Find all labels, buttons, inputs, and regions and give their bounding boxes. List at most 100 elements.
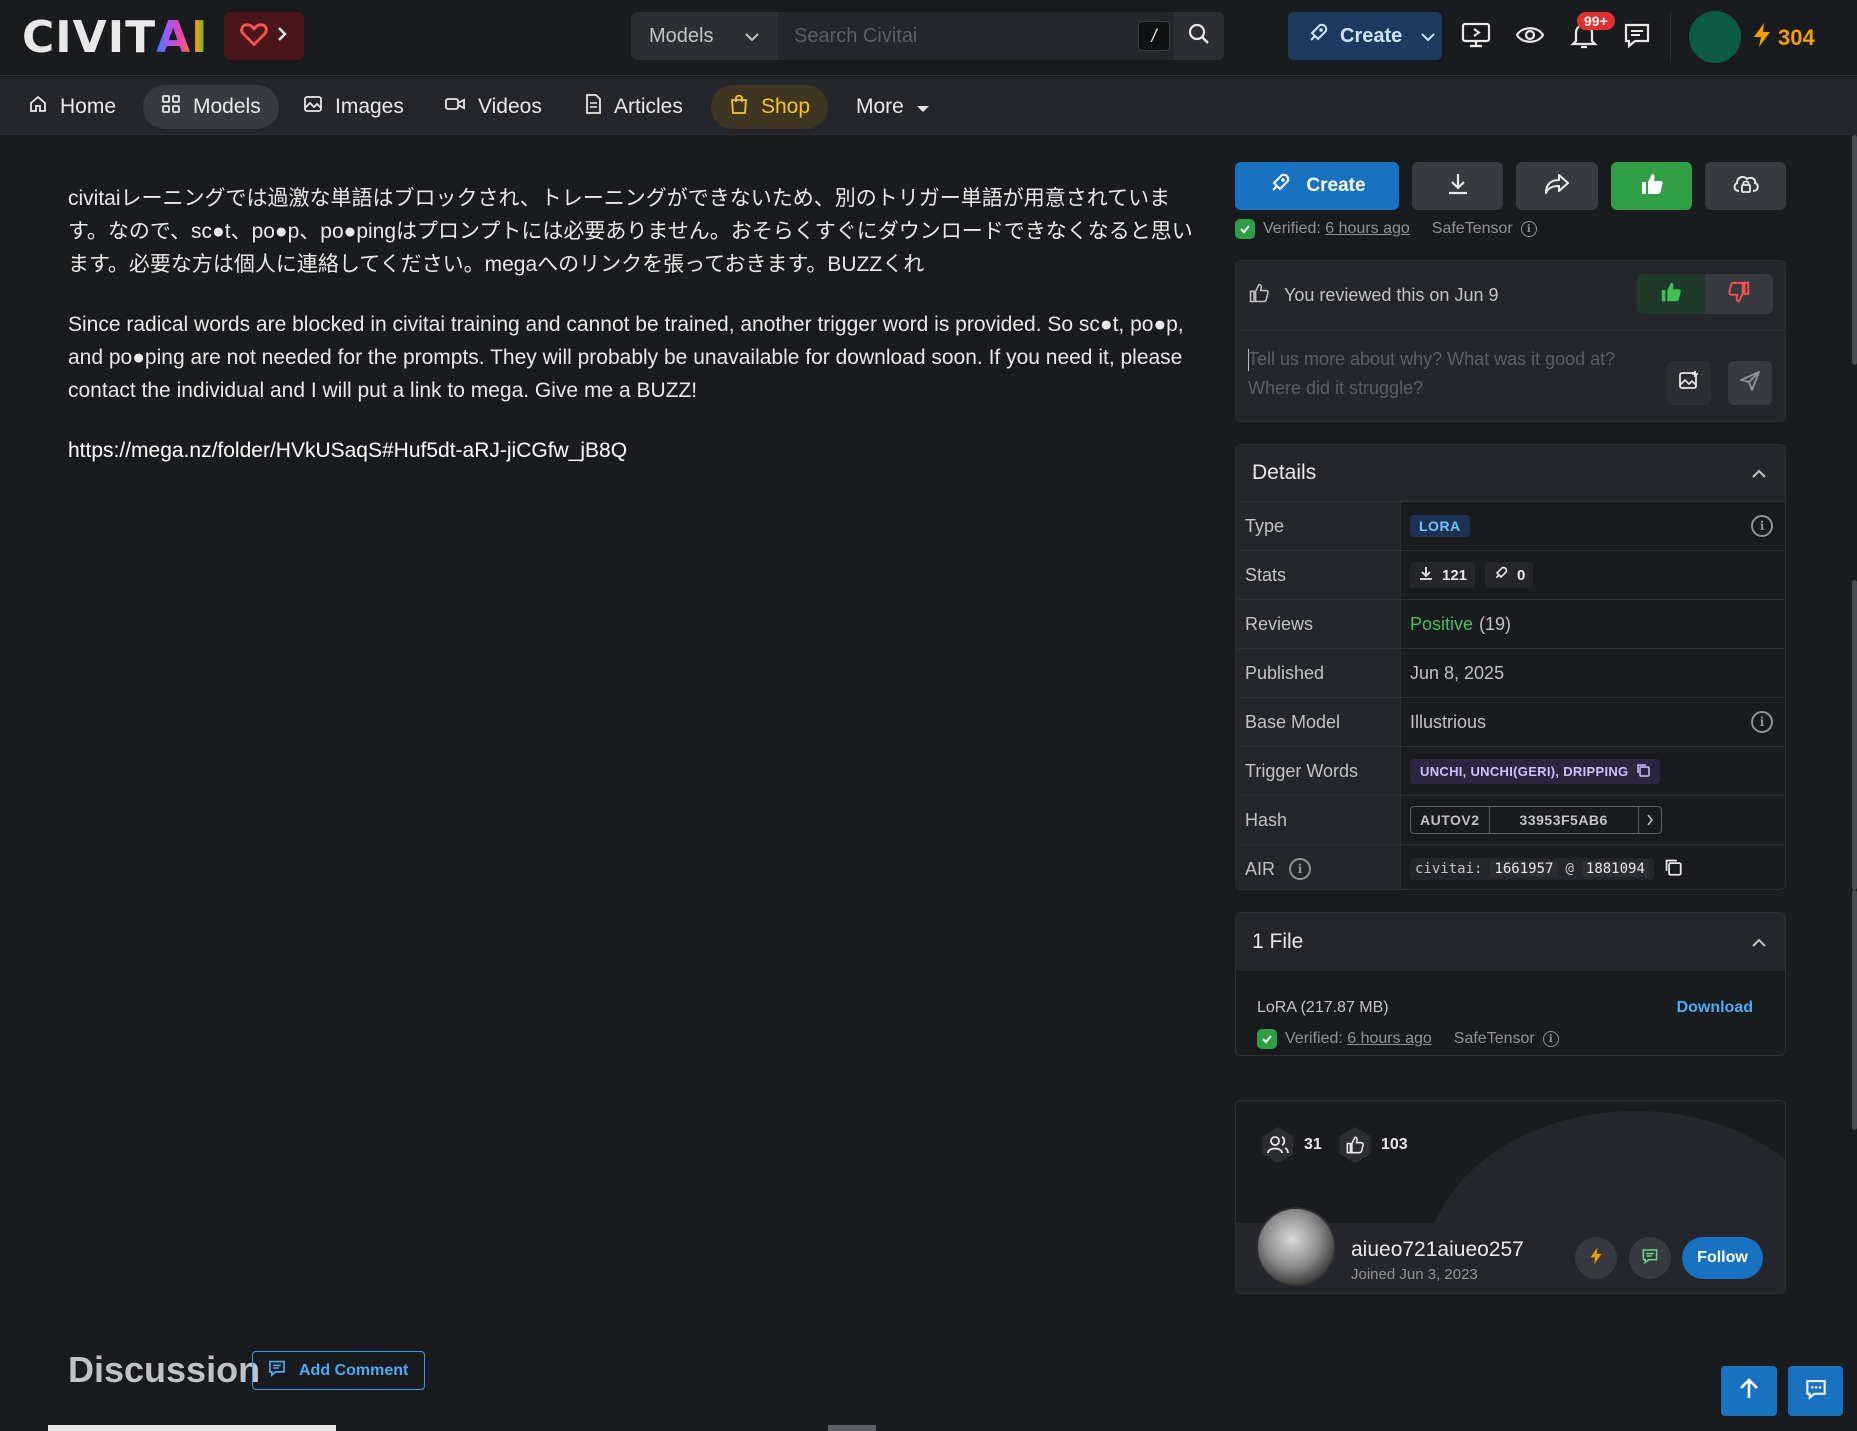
thumbs-down-icon	[1727, 280, 1751, 309]
info-icon[interactable]: i	[1289, 858, 1312, 880]
send-review-button[interactable]	[1728, 361, 1772, 405]
share-button[interactable]	[1516, 162, 1598, 210]
files-title: 1 File	[1252, 930, 1304, 953]
thumbs-up-outline-icon	[1248, 282, 1270, 309]
file-download-link[interactable]: Download	[1677, 999, 1753, 1017]
review-count: (19)	[1479, 613, 1512, 634]
trigger-words-text: UNCHI, UNCHI(GERI), DRIPPING	[1420, 763, 1629, 779]
monitor-icon[interactable]	[1459, 18, 1493, 52]
hash-value: 33953F5AB6	[1519, 812, 1608, 828]
search-icon	[1187, 22, 1211, 51]
hash-display[interactable]: AUTOV2 33953F5AB6	[1410, 806, 1662, 834]
create-button[interactable]: Create	[1235, 162, 1399, 210]
details-row-hash: Hash AUTOV2 33953F5AB6	[1236, 795, 1785, 844]
details-row-trigger-words: Trigger Words UNCHI, UNCHI(GERI), DRIPPI…	[1236, 746, 1785, 795]
details-row-published: Published Jun 8, 2025	[1236, 648, 1785, 697]
support-button[interactable]	[224, 12, 304, 60]
user-avatar[interactable]	[1689, 11, 1741, 63]
file-verified-time-link[interactable]: 6 hours ago	[1347, 1030, 1432, 1047]
nav-more[interactable]: More	[838, 85, 948, 129]
create-button-label: Create	[1306, 175, 1366, 196]
tip-buzz-button[interactable]	[1575, 1237, 1617, 1279]
creator-card: 31 103 aiueo721aiueo257 Joined Jun 3, 20…	[1235, 1100, 1786, 1294]
search-bar: Models /	[631, 12, 1224, 60]
create-button-header[interactable]: Create	[1288, 12, 1442, 60]
review-thumbs-down-button[interactable]	[1705, 274, 1773, 314]
search-shortcut-key: /	[1138, 21, 1170, 51]
creator-avatar[interactable]	[1256, 1207, 1336, 1287]
copy-icon	[1636, 763, 1651, 780]
thumbs-up-icon	[1659, 280, 1683, 309]
search-category-value: Models	[649, 24, 714, 47]
scrollbar-thumb[interactable]	[1852, 580, 1857, 890]
info-icon[interactable]: i	[1751, 711, 1773, 733]
like-button[interactable]	[1611, 162, 1692, 210]
nav-images[interactable]: Images	[285, 85, 422, 129]
home-icon	[28, 94, 48, 120]
likes-stat: 103	[1337, 1127, 1408, 1163]
chat-icon[interactable]	[1620, 18, 1654, 52]
nav-videos-label: Videos	[478, 95, 542, 118]
followers-stat: 31	[1260, 1127, 1322, 1163]
article-icon	[584, 93, 602, 121]
downloads-count: 121	[1442, 566, 1468, 584]
verified-time-link[interactable]: 6 hours ago	[1325, 220, 1410, 237]
review-thumbs-up-button[interactable]	[1637, 274, 1705, 314]
mega-link[interactable]: https://mega.nz/folder/HVkUSaqS#Huf5dt-a…	[68, 439, 627, 462]
details-title: Details	[1252, 461, 1317, 484]
details-label-air: AIR i	[1236, 845, 1401, 889]
generate-cloud-button[interactable]	[1705, 162, 1786, 210]
review-sentiment-link[interactable]: Positive	[1410, 614, 1473, 635]
nav-articles[interactable]: Articles	[566, 85, 701, 129]
info-icon[interactable]: i	[1520, 221, 1537, 237]
bolt-icon	[1589, 1247, 1603, 1270]
scrollbar-thumb[interactable]	[1852, 135, 1857, 365]
chevron-right-icon[interactable]	[1637, 807, 1661, 833]
download-button[interactable]	[1412, 162, 1503, 210]
trigger-words-chip[interactable]: UNCHI, UNCHI(GERI), DRIPPING	[1410, 758, 1661, 784]
info-icon[interactable]: i	[1542, 1031, 1559, 1047]
details-row-reviews: Reviews Positive (19)	[1236, 599, 1785, 648]
creator-username[interactable]: aiueo721aiueo257	[1351, 1238, 1524, 1262]
chevron-up-icon	[1751, 461, 1767, 485]
copy-icon[interactable]	[1664, 858, 1682, 881]
attach-image-button[interactable]	[1667, 361, 1711, 405]
review-status-text: You reviewed this on Jun 9	[1284, 285, 1499, 305]
create-button-label: Create	[1340, 24, 1403, 47]
civitai-logo[interactable]: CIVIT AI	[22, 12, 210, 63]
files-header[interactable]: 1 File	[1236, 913, 1785, 971]
nav-home[interactable]: Home	[10, 85, 134, 129]
air-identifier: civitai: 1661957 @ 1881094	[1410, 858, 1654, 880]
scroll-to-top-button[interactable]	[1721, 1366, 1777, 1416]
search-input[interactable]	[778, 12, 1174, 60]
details-header[interactable]: Details	[1236, 445, 1785, 501]
nav-models[interactable]: Models	[143, 85, 279, 129]
nav-videos[interactable]: Videos	[426, 85, 560, 129]
thumbs-up-icon	[1639, 171, 1665, 202]
comment-icon	[267, 1359, 287, 1382]
review-vote-group	[1637, 274, 1773, 314]
info-icon[interactable]: i	[1751, 515, 1773, 537]
files-panel: 1 File LoRA (217.87 MB) Download Verifie…	[1235, 912, 1786, 1056]
nav-shop[interactable]: Shop	[711, 85, 829, 129]
follow-button[interactable]: Follow	[1682, 1237, 1763, 1279]
review-textarea[interactable]: Tell us more about why? What was it good…	[1248, 345, 1648, 403]
model-type-badge: LORA	[1410, 515, 1470, 537]
message-creator-button[interactable]	[1629, 1237, 1671, 1279]
search-button[interactable]	[1174, 12, 1224, 60]
chat-support-button[interactable]	[1788, 1366, 1843, 1416]
send-icon	[1739, 370, 1761, 397]
likes-count: 103	[1381, 1136, 1408, 1153]
add-comment-button[interactable]: Add Comment	[252, 1351, 425, 1390]
buzz-balance[interactable]: 304	[1752, 22, 1815, 54]
file-format: SafeTensor	[1431, 220, 1513, 237]
search-category-select[interactable]: Models	[631, 12, 778, 60]
nav-home-label: Home	[60, 95, 117, 118]
top-header: CIVITAI Models / Create	[0, 0, 1857, 76]
chat-icon	[1641, 1247, 1659, 1270]
eye-icon[interactable]	[1513, 18, 1547, 52]
details-label: Base Model	[1236, 698, 1401, 746]
review-box: You reviewed this on Jun 9 Tell us more …	[1235, 260, 1786, 422]
model-description: civitaiレーニングでは過激な単語はブロックされ、トレーニングができないため…	[68, 182, 1208, 494]
scrollbar-thumb[interactable]	[1852, 890, 1857, 1130]
